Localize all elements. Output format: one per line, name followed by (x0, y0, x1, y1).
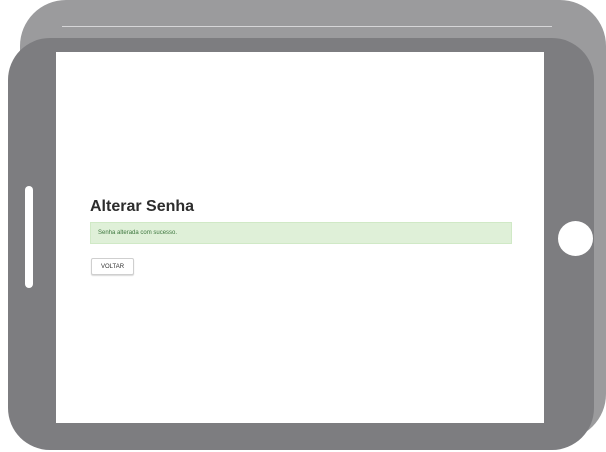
success-alert-message: Senha alterada com sucesso. (98, 230, 178, 236)
tablet-top-edge-line (62, 26, 552, 27)
page-title: Alterar Senha (90, 198, 195, 215)
tablet-mockup: Alterar Senha Senha alterada com sucesso… (0, 0, 606, 452)
success-alert: Senha alterada com sucesso. (90, 222, 512, 244)
tablet-side-button (25, 186, 33, 288)
back-button[interactable]: VOLTAR (91, 258, 134, 275)
tablet-home-button (558, 221, 593, 256)
tablet-screen: Alterar Senha Senha alterada com sucesso… (56, 52, 544, 423)
